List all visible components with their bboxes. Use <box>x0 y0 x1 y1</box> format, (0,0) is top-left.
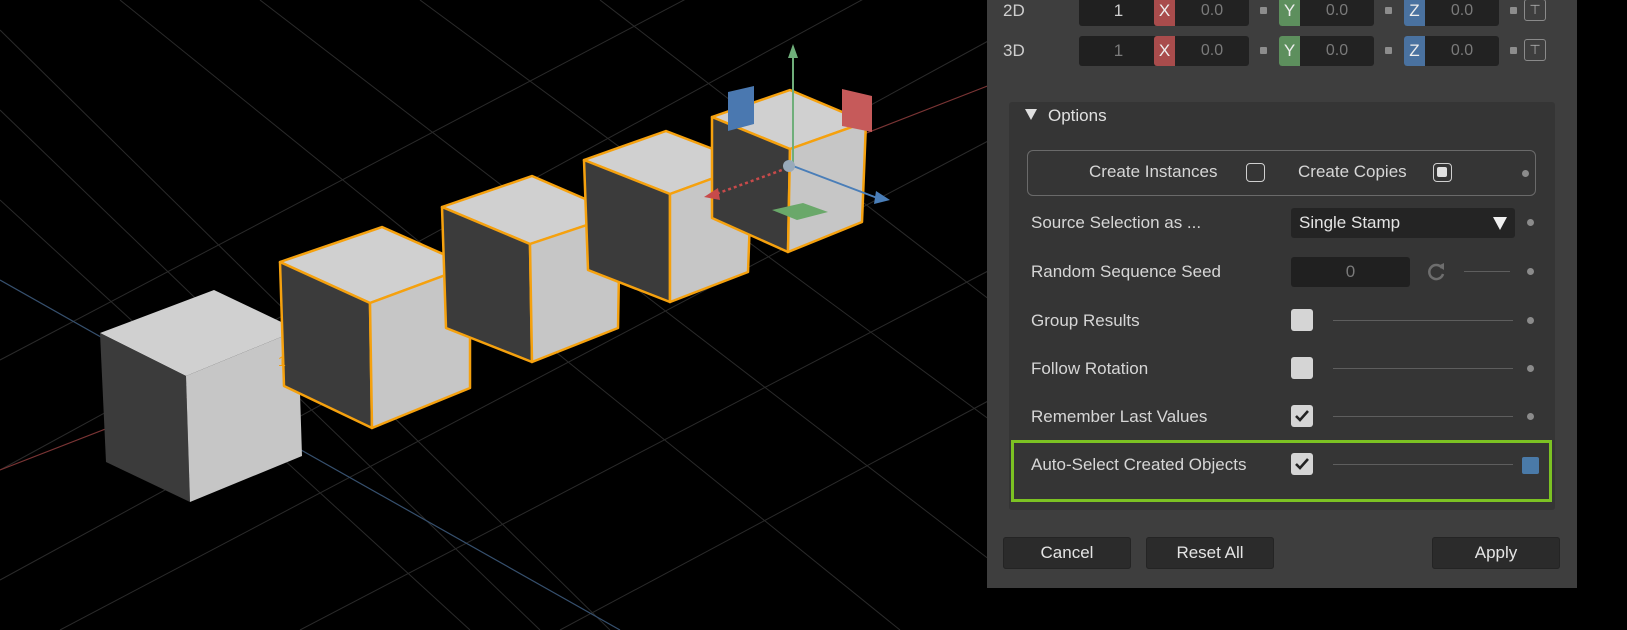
checkmark-icon <box>1295 410 1309 422</box>
keyframe-dot[interactable] <box>1385 47 1392 54</box>
remember-last-track <box>1333 416 1513 417</box>
options-title: Options <box>1048 106 1107 125</box>
z-offset-3d-field[interactable]: Z 0.0 <box>1404 36 1499 66</box>
y-value: 0.0 <box>1325 42 1349 59</box>
z-value: 0.0 <box>1450 2 1474 19</box>
keyframe-dot[interactable] <box>1510 7 1517 14</box>
source-selection-value: Single Stamp <box>1299 213 1401 232</box>
mode-selector: Create Instances Create Copies <box>1027 150 1536 196</box>
z-axis-tag: Z <box>1404 0 1425 26</box>
y-offset-2d-field[interactable]: Y 0.0 <box>1279 0 1374 26</box>
remember-last-values-label: Remember Last Values <box>1031 407 1208 426</box>
row-label-3d: 3D <box>1003 41 1025 60</box>
group-results-checkbox[interactable] <box>1291 309 1313 331</box>
y-value: 0.0 <box>1325 2 1349 19</box>
group-results-track <box>1333 320 1513 321</box>
apply-button[interactable]: Apply <box>1432 537 1560 569</box>
x-value: 0.0 <box>1200 2 1224 19</box>
keyframe-dot[interactable] <box>1260 47 1267 54</box>
z-value: 0.0 <box>1450 42 1474 59</box>
random-seed-label: Random Sequence Seed <box>1031 262 1221 281</box>
seed-slider-track[interactable] <box>1464 271 1510 272</box>
count-3d-field[interactable]: 1 <box>1079 36 1158 66</box>
x-offset-3d-field[interactable]: X 0.0 <box>1154 36 1249 66</box>
keyframe-dot[interactable] <box>1385 7 1392 14</box>
auto-select-created-objects-label: Auto-Select Created Objects <box>1031 455 1247 474</box>
random-seed-field[interactable]: 0 <box>1291 257 1410 287</box>
pivot-label: 1 <box>278 353 286 369</box>
row-label-2d: 2D <box>1003 1 1025 20</box>
group-results-label: Group Results <box>1031 311 1140 330</box>
y-axis-tag: Y <box>1279 0 1300 26</box>
stamp-tool-panel: 2D 1 X 0.0 Y 0.0 Z 0.0 ⊤ 3D 1 X 0.0 Y 0.… <box>987 0 1577 588</box>
link-icon[interactable]: ⊤ <box>1524 0 1546 21</box>
x-axis-tag: X <box>1154 36 1175 66</box>
auto-select-keyframe-marker[interactable] <box>1522 457 1539 474</box>
remember-last-keyframe-dot[interactable] <box>1527 413 1534 420</box>
follow-rotation-track <box>1333 368 1513 369</box>
link-icon[interactable]: ⊤ <box>1524 39 1546 61</box>
create-instances-radio[interactable] <box>1246 163 1265 182</box>
mode-keyframe-dot[interactable] <box>1522 170 1529 177</box>
z-offset-2d-field[interactable]: Z 0.0 <box>1404 0 1499 26</box>
source-keyframe-dot[interactable] <box>1527 219 1534 226</box>
keyframe-dot[interactable] <box>1510 47 1517 54</box>
x-value: 0.0 <box>1200 42 1224 59</box>
cancel-button[interactable]: Cancel <box>1003 537 1131 569</box>
follow-rotation-keyframe-dot[interactable] <box>1527 365 1534 372</box>
keyframe-dot[interactable] <box>1260 7 1267 14</box>
follow-rotation-label: Follow Rotation <box>1031 359 1149 378</box>
remember-last-values-checkbox[interactable] <box>1291 405 1313 427</box>
count-2d-field[interactable]: 1 <box>1079 0 1158 26</box>
triangle-down-icon <box>1025 109 1037 120</box>
cube-copy-1 <box>278 225 472 430</box>
seed-keyframe-dot[interactable] <box>1527 268 1534 275</box>
dropdown-arrow-icon <box>1493 217 1507 230</box>
auto-select-created-objects-checkbox[interactable] <box>1291 453 1313 475</box>
refresh-icon[interactable] <box>1424 260 1448 284</box>
create-copies-radio[interactable] <box>1433 163 1452 182</box>
create-instances-label: Create Instances <box>1089 162 1218 181</box>
source-selection-dropdown[interactable]: Single Stamp <box>1291 208 1515 238</box>
reset-all-button[interactable]: Reset All <box>1146 537 1274 569</box>
radio-selected-mark <box>1437 167 1447 177</box>
z-axis-tag: Z <box>1404 36 1425 66</box>
source-selection-label: Source Selection as ... <box>1031 213 1202 232</box>
options-section: Options Create Instances Create Copies S… <box>1009 102 1555 510</box>
create-copies-label: Create Copies <box>1298 162 1407 181</box>
y-offset-3d-field[interactable]: Y 0.0 <box>1279 36 1374 66</box>
auto-select-track <box>1333 464 1513 465</box>
x-offset-2d-field[interactable]: X 0.0 <box>1154 0 1249 26</box>
group-results-keyframe-dot[interactable] <box>1527 317 1534 324</box>
follow-rotation-checkbox[interactable] <box>1291 357 1313 379</box>
y-axis-tag: Y <box>1279 36 1300 66</box>
cube-source <box>100 290 302 502</box>
x-axis-tag: X <box>1154 0 1175 26</box>
checkmark-icon <box>1295 458 1309 470</box>
